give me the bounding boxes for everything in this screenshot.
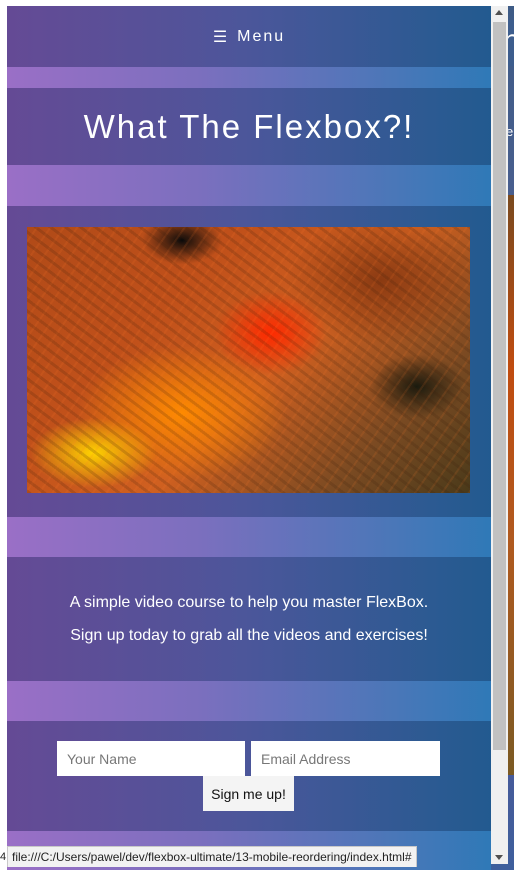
hamburger-icon[interactable]: ☰ (213, 27, 229, 47)
signup-button[interactable]: Sign me up! (203, 776, 294, 811)
signup-section: Your Name Email Address Sign me up! (7, 721, 491, 831)
hero-title: What The Flexbox?! (7, 88, 491, 165)
nav-bar[interactable]: ☰ Menu (7, 6, 491, 67)
scrollbar-thumb[interactable] (493, 22, 506, 750)
info-line-1: A simple video course to help you master… (69, 594, 429, 611)
info-section: A simple video course to help you master… (7, 557, 491, 681)
info-line-2: Sign up today to grab all the videos and… (70, 627, 428, 644)
course-image (27, 227, 470, 493)
background-status-fragment: 4 (0, 851, 7, 863)
page-viewport: ☰ Menu What The Flexbox?! A simple video… (7, 6, 491, 870)
scroll-up-arrow-icon[interactable] (495, 10, 503, 15)
media-section (7, 206, 491, 517)
menu-label[interactable]: Menu (237, 28, 285, 46)
email-input[interactable]: Email Address (251, 741, 440, 776)
page-title: What The Flexbox?! (83, 107, 415, 145)
vertical-scrollbar[interactable] (491, 6, 508, 864)
name-input[interactable]: Your Name (57, 741, 245, 776)
scroll-down-arrow-icon[interactable] (495, 855, 503, 860)
status-bar-url: file:///C:/Users/pawel/dev/flexbox-ultim… (7, 846, 417, 867)
